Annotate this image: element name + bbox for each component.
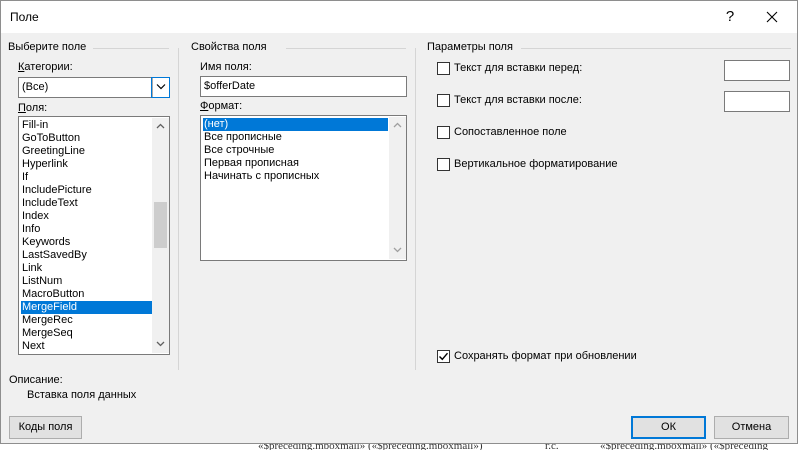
vertical-separator <box>415 48 416 370</box>
help-button[interactable]: ? <box>717 5 743 29</box>
text-before-label: Текст для вставки перед: <box>454 62 583 74</box>
text-after-input[interactable] <box>724 91 790 112</box>
title-bar: Поле ? <box>1 1 797 33</box>
text-after-checkbox[interactable] <box>437 94 450 107</box>
list-item[interactable]: Все строчные <box>203 144 274 157</box>
list-item[interactable]: IncludePicture <box>21 184 92 197</box>
format-scrollbar[interactable] <box>389 117 406 259</box>
close-button[interactable] <box>757 5 787 29</box>
chevron-up-icon <box>393 122 402 128</box>
text-after-label: Текст для вставки после: <box>454 94 582 106</box>
fields-listbox[interactable]: Fill-in GoToButton GreetingLine Hyperlin… <box>18 116 170 355</box>
list-item[interactable]: Index <box>21 210 49 223</box>
chevron-down-icon <box>156 84 166 90</box>
list-item[interactable]: MacroButton <box>21 288 84 301</box>
categories-combobox[interactable]: (Все) <box>18 77 170 98</box>
scroll-down-button[interactable] <box>389 242 406 259</box>
list-item[interactable]: ListNum <box>21 275 62 288</box>
list-item[interactable]: Hyperlink <box>21 158 68 171</box>
field-name-input[interactable]: $offerDate <box>200 76 407 97</box>
group-title-select-field: Выберите поле <box>8 41 91 53</box>
description-text: Вставка поля данных <box>27 389 137 401</box>
categories-value: (Все) <box>22 81 49 93</box>
list-item[interactable]: Все прописные <box>203 131 282 144</box>
ok-button[interactable]: ОК <box>631 416 706 439</box>
chevron-down-icon <box>156 341 165 347</box>
close-icon <box>766 11 778 23</box>
group-title-field-properties: Свойства поля <box>191 41 271 53</box>
scroll-thumb[interactable] <box>154 202 167 248</box>
list-item[interactable]: LastSavedBy <box>21 249 87 262</box>
chevron-down-icon <box>393 247 402 253</box>
mapped-field-label: Сопоставленное поле <box>454 126 567 138</box>
list-item[interactable]: Next <box>21 340 45 353</box>
list-item[interactable]: Начинать с прописных <box>203 170 319 183</box>
list-item-selected[interactable]: (нет) <box>203 118 388 131</box>
list-item[interactable]: Link <box>21 262 42 275</box>
description-label: Описание: <box>9 374 63 386</box>
list-item[interactable]: Первая прописная <box>203 157 299 170</box>
list-item[interactable]: Info <box>21 223 40 236</box>
list-item[interactable]: MergeSeq <box>21 327 73 340</box>
chevron-up-icon <box>156 123 165 129</box>
list-item[interactable]: Keywords <box>21 236 70 249</box>
categories-label: Категории: <box>18 61 73 73</box>
scroll-up-button[interactable] <box>152 118 169 135</box>
fields-label: Поля: <box>18 102 48 114</box>
list-item[interactable]: GoToButton <box>21 132 80 145</box>
dialog-title: Поле <box>10 10 39 24</box>
text-before-input[interactable] <box>724 60 790 81</box>
format-label: Формат: <box>200 100 243 112</box>
scroll-up-button[interactable] <box>389 117 406 134</box>
list-item[interactable]: MergeRec <box>21 314 73 327</box>
list-item[interactable]: Fill-in <box>21 119 48 132</box>
checkmark-icon <box>439 352 449 361</box>
list-item[interactable]: GreetingLine <box>21 145 85 158</box>
categories-dropdown-button[interactable] <box>151 77 170 98</box>
list-item[interactable]: IncludeText <box>21 197 78 210</box>
vertical-format-checkbox[interactable] <box>437 158 450 171</box>
field-codes-button[interactable]: Коды поля <box>9 416 82 439</box>
format-listbox[interactable]: (нет) Все прописные Все строчные Первая … <box>200 115 407 261</box>
field-name-value: $offerDate <box>204 80 256 92</box>
preserve-format-checkbox[interactable] <box>437 350 450 363</box>
list-item-selected[interactable]: MergeField <box>21 301 152 314</box>
group-divider <box>93 48 169 49</box>
field-dialog: Поле ? Выберите поле Категории: (Все) По… <box>0 0 798 444</box>
group-divider <box>521 48 791 49</box>
group-title-field-options: Параметры поля <box>427 41 517 53</box>
group-divider <box>286 48 406 49</box>
field-name-label: Имя поля: <box>200 61 252 73</box>
scroll-down-button[interactable] <box>152 336 169 353</box>
cancel-button[interactable]: Отмена <box>714 416 789 439</box>
categories-label-rest: атегории: <box>24 61 73 73</box>
vertical-format-label: Вертикальное форматирование <box>454 158 618 170</box>
mapped-field-checkbox[interactable] <box>437 126 450 139</box>
list-item[interactable]: If <box>21 171 28 184</box>
preserve-format-label: Сохранять формат при обновлении <box>454 350 637 362</box>
fields-scrollbar[interactable] <box>152 118 169 353</box>
text-before-checkbox[interactable] <box>437 62 450 75</box>
vertical-separator <box>178 48 179 370</box>
